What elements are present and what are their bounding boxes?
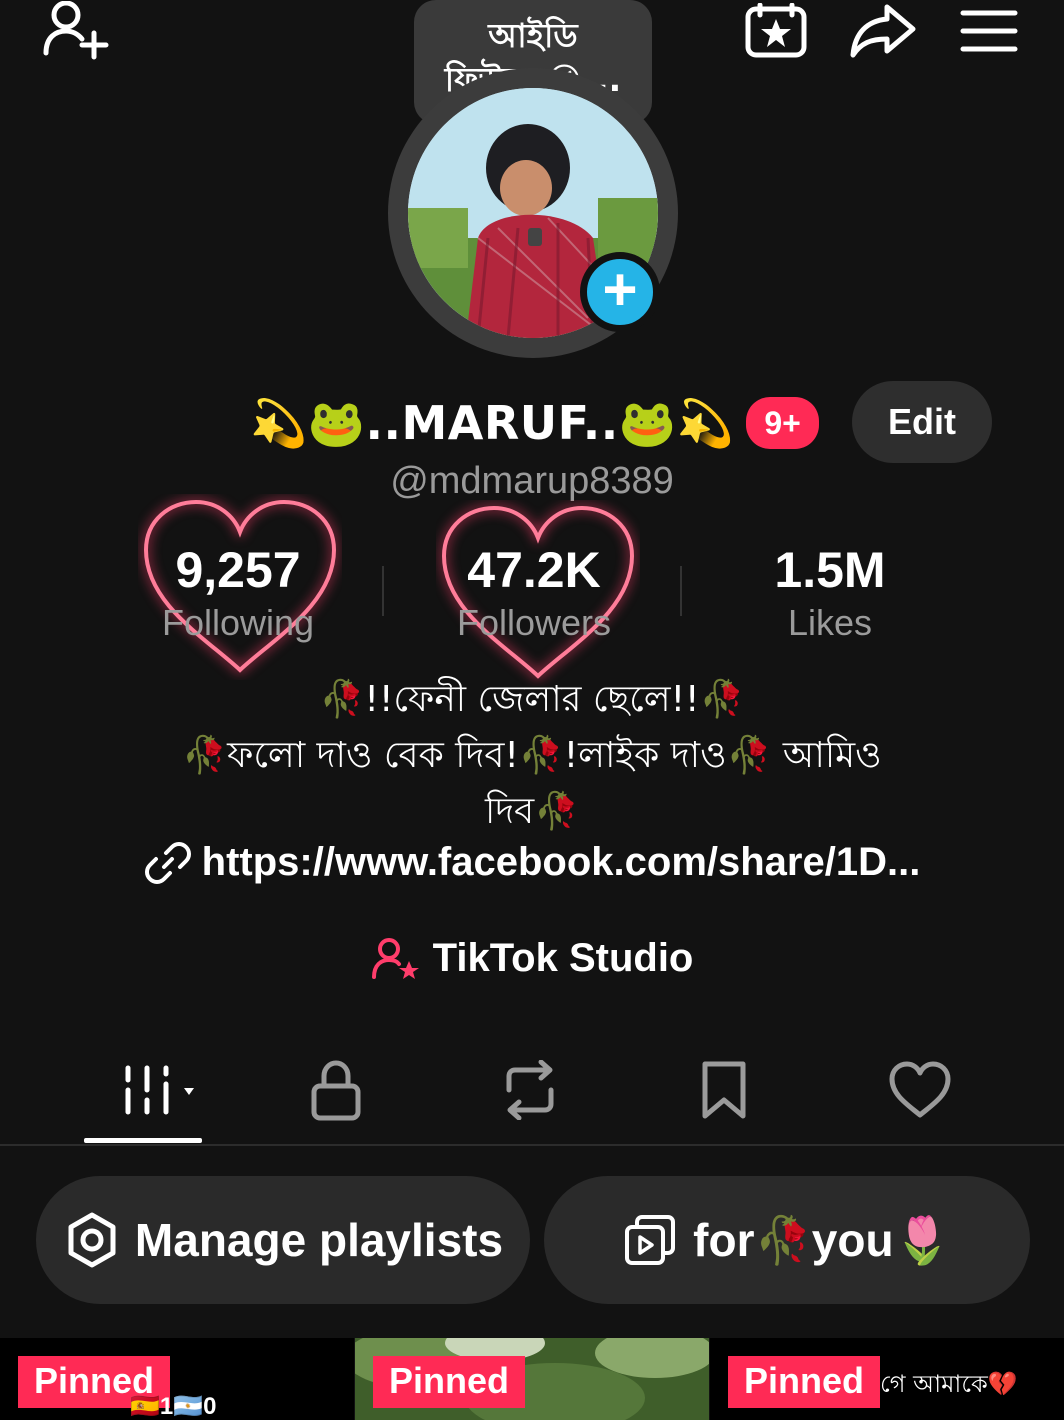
share-icon[interactable] <box>840 0 924 62</box>
followers-count: 47.2K <box>467 542 601 598</box>
add-story-plus-icon[interactable]: + <box>580 252 660 332</box>
add-friend-icon[interactable] <box>30 0 120 62</box>
bio-link-text: https://www.facebook.com/share/1D... <box>201 840 921 884</box>
heart-icon <box>889 1061 951 1118</box>
following-count: 9,257 <box>175 542 301 598</box>
manage-playlists-label: Manage playlists <box>134 1214 504 1266</box>
following-label: Following <box>161 602 315 643</box>
bio-line: 🥀!!ফেনী জেলার ছেলে!!🥀 <box>319 679 745 720</box>
playlist-icon <box>625 1215 676 1265</box>
playlist-item[interactable]: for🥀you🌷 <box>544 1176 1030 1304</box>
pinned-badge: Pinned <box>728 1356 881 1408</box>
tab-favorites[interactable] <box>664 1040 784 1140</box>
videos-grid-icon <box>125 1065 194 1115</box>
stat-divider <box>382 566 384 616</box>
stat-divider <box>680 566 682 616</box>
bio-link[interactable]: https://www.facebook.com/share/1D... <box>0 840 1064 885</box>
manage-playlists-button[interactable]: Manage playlists <box>36 1176 530 1304</box>
link-icon <box>144 841 191 884</box>
bio: 🥀!!ফেনী জেলার ছেলে!!🥀 🥀ফলো দাও বেক দিব!🥀… <box>100 672 964 840</box>
tiktok-studio-link[interactable]: TikTok Studio <box>0 936 1064 981</box>
likes-count: 1.5M <box>774 542 886 598</box>
likes-label: Likes <box>787 602 873 643</box>
playlist-label: for🥀you🌷 <box>693 1213 951 1266</box>
display-name: 💫🐸..MARUF..🐸💫 <box>250 395 735 450</box>
stat-followers[interactable]: 47.2K Followers <box>424 540 644 646</box>
bio-line: দিব🥀 <box>484 791 580 832</box>
repost-icon <box>506 1060 554 1120</box>
stat-likes[interactable]: 1.5M Likes <box>720 540 940 646</box>
edit-profile-button[interactable]: Edit <box>852 381 992 463</box>
bookmark-icon <box>702 1061 746 1119</box>
active-tab-indicator <box>84 1138 202 1143</box>
tiktok-studio-label: TikTok Studio <box>432 936 694 980</box>
bio-line: 🥀ফলো দাও বেক দিব!🥀!লাইক দাও🥀 আমিও <box>182 735 882 776</box>
creator-star-icon <box>371 937 419 979</box>
pinned-badge: Pinned <box>373 1356 526 1408</box>
video-overlay-text: 🇪🇸1🇦🇷0 <box>130 1393 217 1420</box>
video-thumbnail[interactable]: Pinned গে আমাকে💔 <box>710 1338 1064 1420</box>
gear-icon <box>68 1212 116 1268</box>
tab-liked[interactable] <box>860 1040 980 1140</box>
username: @mdmarup8389 <box>390 460 674 502</box>
lock-icon <box>311 1060 361 1121</box>
tab-videos[interactable] <box>96 1040 216 1140</box>
favorites-calendar-icon[interactable] <box>738 0 814 62</box>
video-thumbnail[interactable]: Pinned <box>355 1338 709 1420</box>
display-name-row: 💫🐸..MARUF..🐸💫 9+ <box>250 384 819 462</box>
tab-private[interactable] <box>276 1040 396 1140</box>
note-text-line1: আইডি <box>488 16 578 55</box>
video-overlay-text: গে আমাকে💔 <box>880 1370 1018 1398</box>
notification-badge[interactable]: 9+ <box>746 397 819 449</box>
tab-reposts[interactable] <box>470 1040 590 1140</box>
followers-label: Followers <box>456 602 612 643</box>
profile-tabs <box>0 1040 1064 1146</box>
menu-icon[interactable] <box>950 0 1028 62</box>
stat-following[interactable]: 9,257 Following <box>128 540 348 646</box>
video-thumbnail[interactable]: Pinned 🇪🇸1🇦🇷0 <box>0 1338 354 1420</box>
